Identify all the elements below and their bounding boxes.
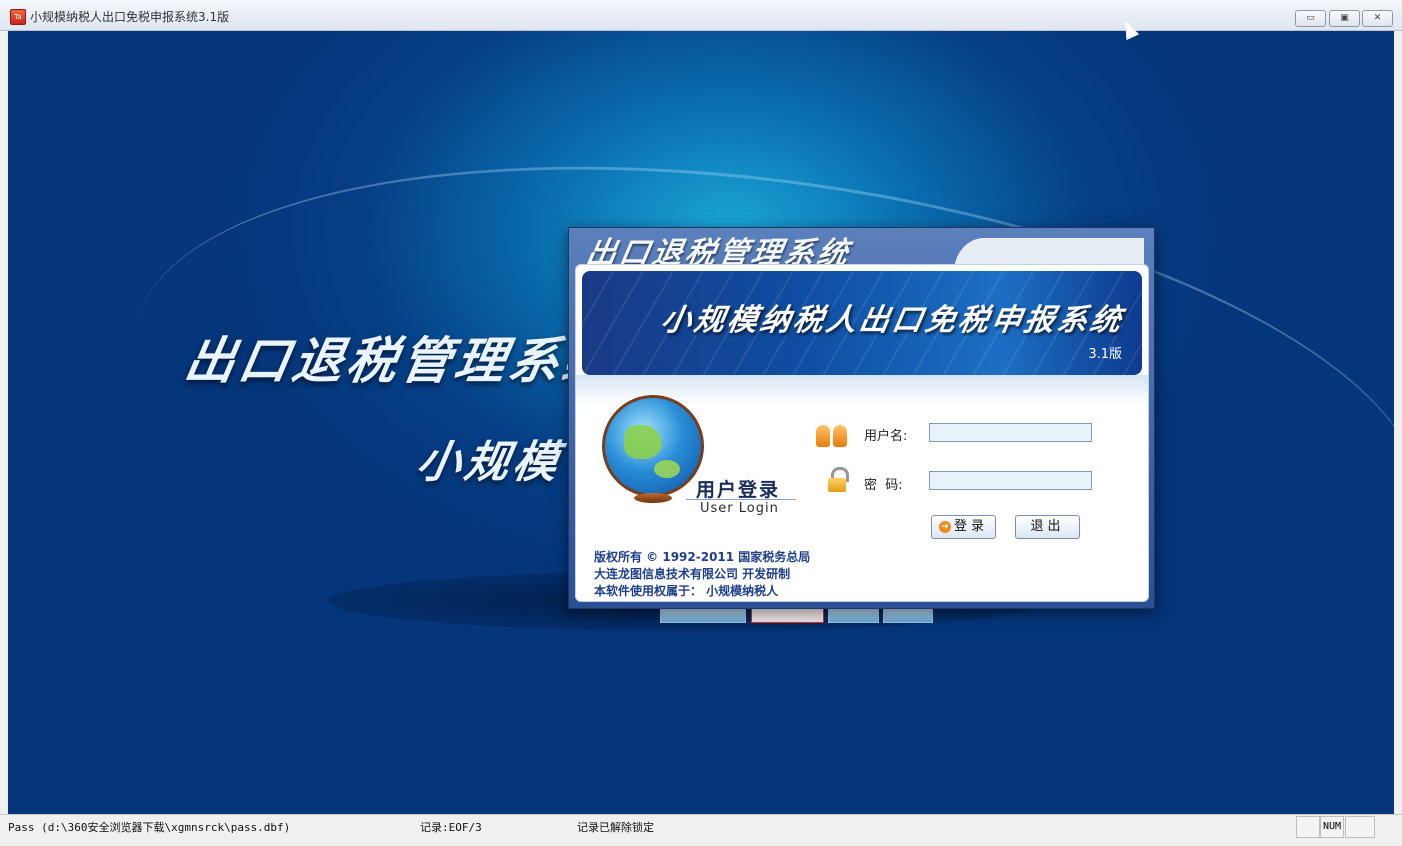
banner-title: 小规模纳税人出口免税申报系统 bbox=[658, 303, 1127, 338]
background-title-line2: 小规模 bbox=[412, 437, 566, 488]
exit-button[interactable]: 退出 bbox=[1015, 515, 1080, 539]
username-input[interactable] bbox=[929, 423, 1092, 442]
username-label: 用户名: bbox=[864, 429, 908, 444]
copyright-line1: 版权所有 © 1992-2011 国家税务总局 bbox=[594, 550, 811, 564]
login-title-en: User Login bbox=[700, 501, 779, 516]
copyright-line2: 大连龙图信息技术有限公司 开发研制 bbox=[594, 567, 791, 581]
password-input[interactable] bbox=[929, 471, 1092, 490]
status-panel-caps bbox=[1296, 816, 1320, 838]
users-icon bbox=[816, 419, 850, 447]
password-label: 密 码: bbox=[864, 478, 903, 493]
dialog-banner: 小规模纳税人出口免税申报系统 3.1版 bbox=[582, 271, 1142, 375]
globe-stand bbox=[634, 493, 672, 503]
login-title-cn: 用户登录 bbox=[696, 479, 781, 501]
maximize-button[interactable]: ▣ bbox=[1329, 10, 1360, 27]
globe-land-shape bbox=[624, 425, 662, 459]
globe-land-shape bbox=[654, 460, 680, 478]
exit-button-label: 退出 bbox=[1030, 519, 1065, 534]
login-dialog: 出口退税管理系统 小规模纳税人出口免税申报系统 3.1版 用户登录 User L… bbox=[568, 227, 1155, 609]
status-bar: Pass (d:\360安全浏览器下载\xgmnsrck\pass.dbf) 记… bbox=[0, 814, 1402, 846]
status-lock: 记录已解除锁定 bbox=[577, 821, 654, 834]
status-path: Pass (d:\360安全浏览器下载\xgmnsrck\pass.dbf) bbox=[8, 821, 291, 834]
copyright-line3: 本软件使用权属于： 小规模纳税人 bbox=[594, 584, 779, 598]
minimize-button[interactable]: ▭ bbox=[1295, 10, 1326, 27]
app-icon: Ta bbox=[10, 9, 26, 25]
dialog-body: 小规模纳税人出口免税申报系统 3.1版 用户登录 User Login 用户名:… bbox=[575, 264, 1149, 602]
status-record: 记录:EOF/3 bbox=[420, 821, 482, 834]
status-panel-num: NUM bbox=[1320, 816, 1344, 838]
window-titlebar[interactable]: Ta 小规模纳税人出口免税申报系统3.1版 ▭ ▣ ✕ bbox=[0, 0, 1402, 31]
banner-version: 3.1版 bbox=[1088, 347, 1122, 362]
login-button-label: 登录 bbox=[953, 519, 988, 534]
window-title: 小规模纳税人出口免税申报系统3.1版 bbox=[30, 10, 230, 24]
arrow-right-icon: ➜ bbox=[938, 521, 951, 533]
background-title-line1: 出口退税管理系统 bbox=[180, 332, 623, 390]
login-button[interactable]: ➜ 登录 bbox=[931, 515, 996, 539]
close-button[interactable]: ✕ bbox=[1362, 10, 1393, 27]
status-panel-scroll bbox=[1345, 816, 1375, 838]
lock-icon bbox=[828, 467, 849, 493]
